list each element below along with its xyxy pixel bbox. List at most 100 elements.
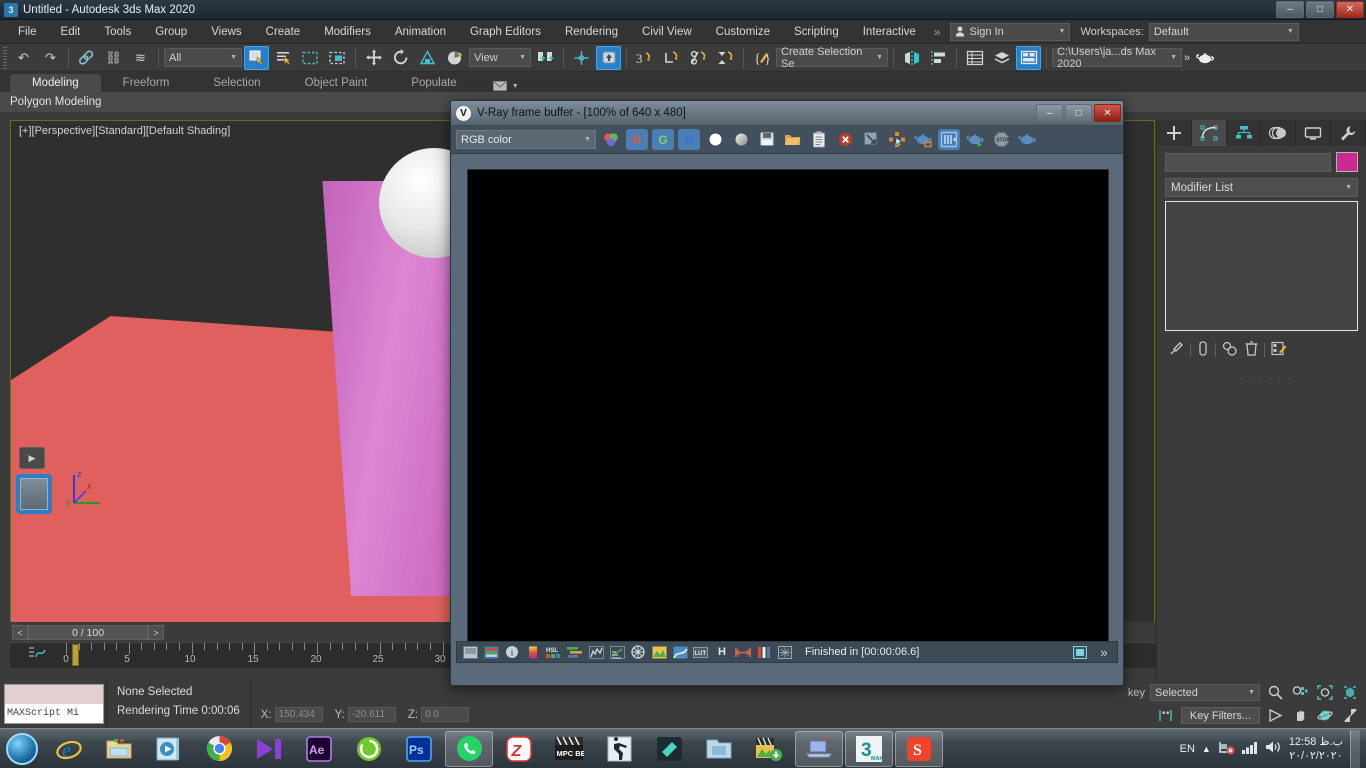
make-unique-icon[interactable] [1222,341,1239,359]
hierarchy-tab[interactable] [1227,120,1262,146]
clear-image-icon[interactable] [834,129,856,150]
menu-item-civil-view[interactable]: Civil View [630,22,704,42]
alpha-channel-icon[interactable] [704,129,726,150]
material-editor-teapot-icon[interactable] [1192,46,1217,70]
menu-item-animation[interactable]: Animation [383,22,458,42]
curve-icon[interactable] [587,644,605,661]
sign-in-combo[interactable]: Sign In ▼ [950,22,1071,41]
curve-editor-icon[interactable] [28,646,48,662]
coord-x[interactable]: X: 150.434 [261,707,323,722]
counter-strike-icon[interactable] [595,731,643,767]
photo-gallery-icon[interactable] [745,731,793,767]
zoom-all-icon[interactable] [1290,684,1310,702]
region-render-icon[interactable] [886,129,908,150]
menu-item-group[interactable]: Group [143,22,199,42]
tab-populate[interactable]: Populate [389,74,478,92]
subtab-polygon-modeling[interactable]: Polygon Modeling [10,96,101,108]
viewport-play-button[interactable]: ▶ [19,447,45,469]
snagit-icon[interactable]: S [895,730,943,767]
tab-selection[interactable]: Selection [191,74,282,92]
teal-app-icon[interactable] [645,731,693,767]
copy-clipboard-icon[interactable] [808,129,830,150]
menu-item-modifiers[interactable]: Modifiers [312,22,383,42]
monochrome-icon[interactable] [730,129,752,150]
select-and-link-icon[interactable]: 🔗 [74,46,99,70]
menu-item-create[interactable]: Create [254,22,313,42]
histogram-icon[interactable] [755,644,773,661]
3ds-max-icon[interactable]: 3 MAX [845,730,893,767]
rectangular-selection-region-icon[interactable] [298,46,323,70]
maxscript-output-pane[interactable] [5,685,103,704]
angle-snap-toggle-2-icon[interactable] [659,46,684,70]
edit-named-selection-icon[interactable]: { } [749,46,774,70]
menu-item-interactive[interactable]: Interactive [851,22,928,42]
next-frame-button[interactable]: > [148,625,164,640]
close-button[interactable]: ✕ [1336,1,1364,18]
load-image-icon[interactable] [782,129,804,150]
stop-render-icon[interactable]: STOP [990,129,1012,150]
menu-item-file[interactable]: File [6,22,49,42]
menu-item-tools[interactable]: Tools [92,22,143,42]
reference-coordinate-combo[interactable]: View ▼ [469,48,531,67]
zapya-icon[interactable]: Z [495,731,543,767]
toggle-ribbon-icon[interactable] [1016,45,1041,70]
toolbar-grip[interactable] [3,46,7,69]
media-player-icon[interactable] [245,731,293,767]
internet-explorer-icon[interactable]: e [45,731,93,767]
menu-item-rendering[interactable]: Rendering [553,22,630,42]
tab-freeform[interactable]: Freeform [101,74,192,92]
menu-overflow-icon[interactable]: » [928,25,947,39]
minimize-button[interactable]: – [1276,1,1304,18]
align-icon[interactable] [926,46,951,70]
motion-tab[interactable] [1261,120,1297,146]
file-explorer-icon[interactable] [95,731,143,767]
pan-view-icon[interactable] [1290,707,1310,725]
named-selection-combo[interactable]: Create Selection Se ▼ [776,46,888,70]
modify-tab[interactable] [1191,120,1227,146]
redo-icon[interactable]: ↷ [38,46,63,70]
maxscript-mini-listener[interactable]: MAXScript Mi [4,684,104,724]
start-render-icon[interactable] [964,129,986,150]
select-object-icon[interactable] [244,45,269,70]
key-filters-button[interactable]: Key Filters... [1180,707,1260,724]
undo-icon[interactable]: ↶ [11,46,36,70]
select-and-scale-icon[interactable] [415,46,440,70]
lut-icon[interactable]: LUT [692,644,710,661]
levels-icon[interactable] [608,644,626,661]
pin-stack-icon[interactable] [1169,341,1184,359]
render-teapot-icon[interactable] [1016,129,1038,150]
coord-z-value[interactable]: 0.0 [421,707,470,722]
project-path-combo[interactable]: C:\Users\ja...ds Max 2020 ▼ [1052,46,1182,70]
object-name-field[interactable] [1165,152,1331,172]
angle-snap-toggle-icon[interactable] [596,45,621,70]
ribbon-options-icon[interactable]: ▼ [492,81,519,92]
start-orb-icon[interactable] [0,730,44,768]
field-of-view-icon[interactable] [1265,707,1285,725]
blue-channel-icon[interactable]: B [678,129,700,150]
configure-modifier-sets-icon[interactable] [1271,341,1287,359]
rollup-resize-handle[interactable]: · · · · · · · [1157,373,1366,383]
object-color-swatch[interactable] [1336,152,1358,172]
selection-level-combo[interactable]: Selected ▼ [1150,684,1260,701]
current-frame-display[interactable]: 0 / 100 [28,625,148,640]
use-pivot-point-center-icon[interactable] [533,46,558,70]
bind-to-space-warp-icon[interactable]: ≋ [128,46,153,70]
menu-item-edit[interactable]: Edit [49,22,93,42]
vfb-maximize-button[interactable]: □ [1065,104,1092,122]
show-desktop-button[interactable] [1350,729,1360,768]
zoom-extents-all-icon[interactable] [1340,684,1360,702]
clock[interactable]: 12:58 ب.ظ ٢٠/٠٢/٢٠٢٠ [1289,735,1343,763]
green-circle-app-icon[interactable] [345,731,393,767]
spinner-snap-toggle-icon[interactable] [713,46,738,70]
percent-snap-toggle-icon[interactable] [686,46,711,70]
snaps-toggle-icon[interactable] [569,46,594,70]
hue-icon[interactable]: H [713,644,731,661]
maxscript-input-pane[interactable]: MAXScript Mi [5,704,103,723]
track-render-icon[interactable] [938,129,960,150]
vfb-expand-chevron-icon[interactable]: » [1095,644,1113,661]
modifier-stack-list[interactable] [1165,201,1358,331]
select-and-rotate-icon[interactable] [388,46,413,70]
hsl-icon[interactable]: HSL [545,644,563,661]
menu-item-scripting[interactable]: Scripting [782,22,851,42]
viewport-label[interactable]: [+][Perspective][Standard][Default Shadi… [19,125,230,137]
